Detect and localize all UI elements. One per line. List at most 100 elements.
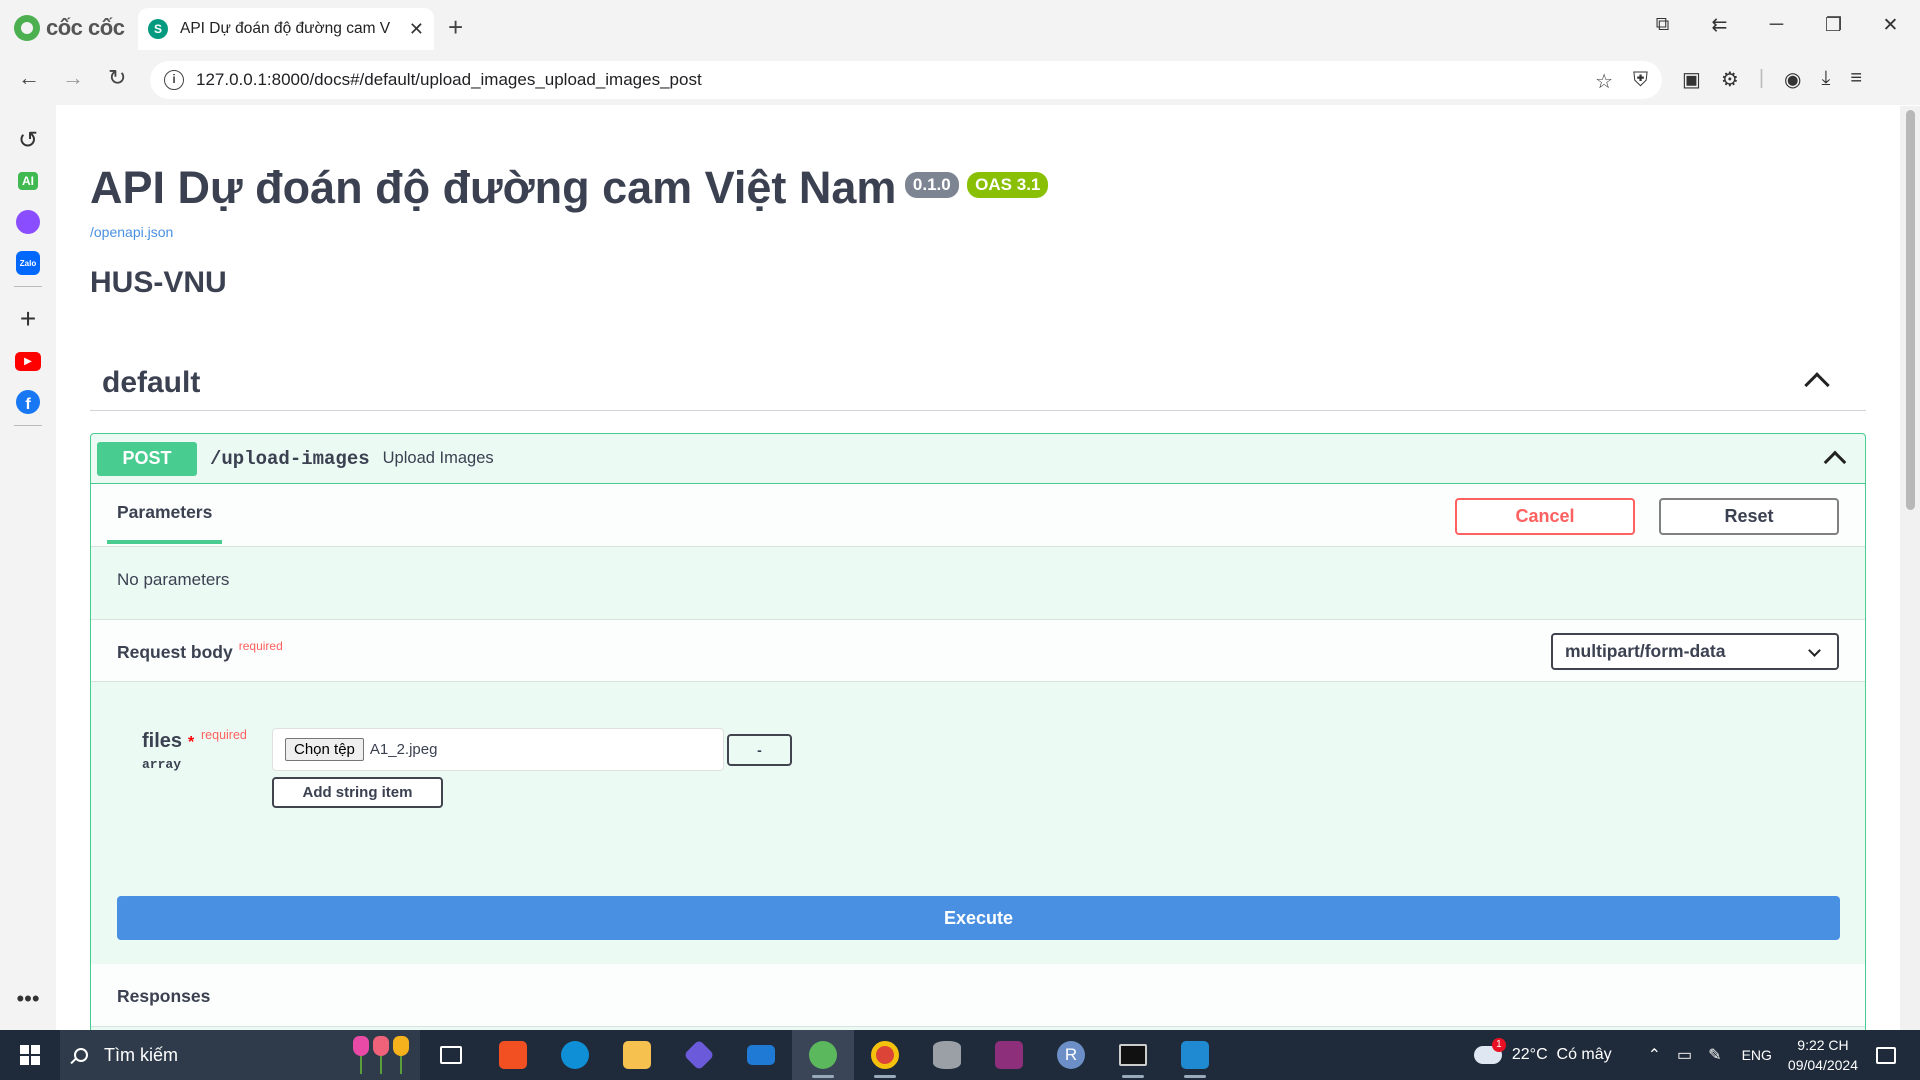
messenger-icon[interactable] [14,208,42,236]
clock[interactable]: 9:22 CH 09/04/2024 [1788,1035,1858,1075]
microsoft-store-icon[interactable] [482,1030,544,1080]
minimize-icon[interactable]: ─ [1748,14,1805,37]
content-type-value: multipart/form-data [1565,641,1726,661]
request-body-label: Request body [117,642,233,662]
content-type-select[interactable]: multipart/form-data [1551,633,1839,670]
operation-block: POST /upload-images Upload Images Parame… [90,433,1866,1030]
ai-icon-label: AI [18,172,38,190]
facebook-icon[interactable]: f [14,388,42,416]
vscode-icon[interactable] [1164,1030,1226,1080]
browser-sidebar: ↺ AI Zalo + ▶ f ••• [0,105,56,1030]
chevron-up-icon[interactable] [1823,450,1847,474]
coccoc-logo: cốc cốc [14,14,125,42]
site-info-icon[interactable]: i [164,70,184,90]
clock-time: 9:22 CH [1797,1037,1849,1053]
forward-icon[interactable]: → [62,65,84,91]
remove-item-button[interactable]: - [727,734,792,766]
mail-icon[interactable] [730,1030,792,1080]
api-description: HUS-VNU [90,266,227,299]
history-icon[interactable]: ↺ [14,126,42,154]
coccoc-logo-text: cốc cốc [46,15,125,40]
openapi-json-link[interactable]: /openapi.json [90,224,173,240]
back-icon[interactable]: ← [18,65,40,91]
chevron-up-icon[interactable] [1804,372,1830,398]
weather-text[interactable]: 22°C Có mây [1512,1046,1612,1064]
required-asterisk: * [188,734,195,751]
new-tab-icon[interactable]: + [448,12,463,43]
copilot-icon[interactable] [668,1030,730,1080]
choose-file-button[interactable]: Chọn tệp [285,738,364,761]
coccoc-icon[interactable] [792,1030,854,1080]
notification-icon[interactable] [1876,1046,1896,1064]
scrollbar-thumb[interactable] [1906,110,1915,510]
shield-icon[interactable]: ⛨ [1633,69,1648,94]
file-input[interactable]: Chọn tệp A1_2.jpeg [272,728,724,771]
oas-badge: OAS 3.1 [967,172,1049,198]
weather-icon[interactable]: 1 [1473,1038,1506,1064]
add-icon[interactable]: + [14,303,42,334]
page-scrollbar[interactable] [1900,106,1920,1030]
tag-section-header[interactable]: default [90,356,1866,411]
method-badge: POST [97,441,197,476]
param-required-label: required [201,728,247,742]
cancel-button[interactable]: Cancel [1455,498,1635,535]
param-name: files * [142,730,194,753]
youtube-icon[interactable]: ▶ [14,347,42,375]
reset-button[interactable]: Reset [1659,498,1839,535]
chevron-up-icon[interactable]: ⌃ [1648,1045,1661,1065]
add-string-item-button[interactable]: Add string item [272,777,443,808]
responses-header: Responses [91,964,1865,1027]
tab-title: API Dự đoán độ đường cam Việt Nam - Swag… [180,20,390,37]
chrome-icon[interactable] [854,1030,916,1080]
tab-search-icon[interactable]: ⧉ [1634,14,1691,37]
start-button[interactable] [0,1030,60,1080]
restore-icon[interactable]: ❐ [1805,14,1862,37]
url-text[interactable]: 127.0.0.1:8000/docs#/default/upload_imag… [196,70,702,90]
close-window-icon[interactable]: ✕ [1862,14,1919,37]
tab-parameters[interactable]: Parameters [107,484,223,544]
reading-list-icon[interactable]: ▣ [1682,67,1701,92]
tag-name: default [102,366,201,399]
responses-title: Responses [117,986,211,1006]
winrar-icon[interactable] [978,1030,1040,1080]
reload-icon[interactable]: ↻ [108,65,126,91]
profile-icon[interactable]: ◉ [1784,67,1801,92]
r-icon[interactable]: R [1040,1030,1102,1080]
taskbar-search[interactable]: Tìm kiếm [60,1030,420,1080]
swagger-icon: S [148,19,168,39]
meet-now-icon[interactable]: ▭ [1677,1045,1692,1065]
taskbar: Tìm kiếm R 1 22°C Có mây ⌃ ▭ ✎ ENG 9:22 … [0,1030,1920,1080]
coccoc-logo-icon [14,15,40,41]
operation-summary[interactable]: POST /upload-images Upload Images [91,434,1865,484]
sidebar-divider [14,286,42,287]
language-indicator[interactable]: ENG [1742,1047,1772,1063]
edge-icon[interactable] [544,1030,606,1080]
pen-icon[interactable]: ✎ [1708,1045,1721,1065]
more-icon[interactable]: ••• [14,985,42,1013]
tab-close-icon[interactable]: ✕ [409,19,424,40]
task-view-icon[interactable] [420,1030,482,1080]
search-icon [74,1048,88,1062]
required-label: required [238,639,283,653]
address-bar[interactable]: i 127.0.0.1:8000/docs#/default/upload_im… [150,61,1662,99]
tab-actions-icon[interactable]: ⇇ [1691,14,1748,37]
ai-icon[interactable]: AI [14,167,42,195]
download-icon[interactable]: ⤓ [1822,67,1831,92]
operation-path: /upload-images [210,447,370,470]
terminal-icon[interactable] [1102,1030,1164,1080]
zalo-icon[interactable]: Zalo [14,249,42,277]
menu-icon[interactable]: ≡ [1850,67,1862,92]
extensions-icon[interactable]: ⚙ [1721,67,1739,92]
param-type: array [142,757,182,772]
sidebar-divider [14,425,42,426]
browser-tab-active[interactable]: S API Dự đoán độ đường cam Việt Nam - Sw… [138,8,434,50]
parameters-header: Parameters Cancel Reset [91,484,1865,547]
browser-tab-bar: cốc cốc S API Dự đoán độ đường cam Việt … [0,0,1920,55]
database-icon[interactable] [916,1030,978,1080]
zalo-icon-label: Zalo [16,251,40,275]
request-body-title: Request body required [117,639,283,663]
file-explorer-icon[interactable] [606,1030,668,1080]
execute-button[interactable]: Execute [117,896,1840,940]
bookmark-star-icon[interactable]: ☆ [1595,69,1613,94]
search-placeholder: Tìm kiếm [104,1044,178,1065]
